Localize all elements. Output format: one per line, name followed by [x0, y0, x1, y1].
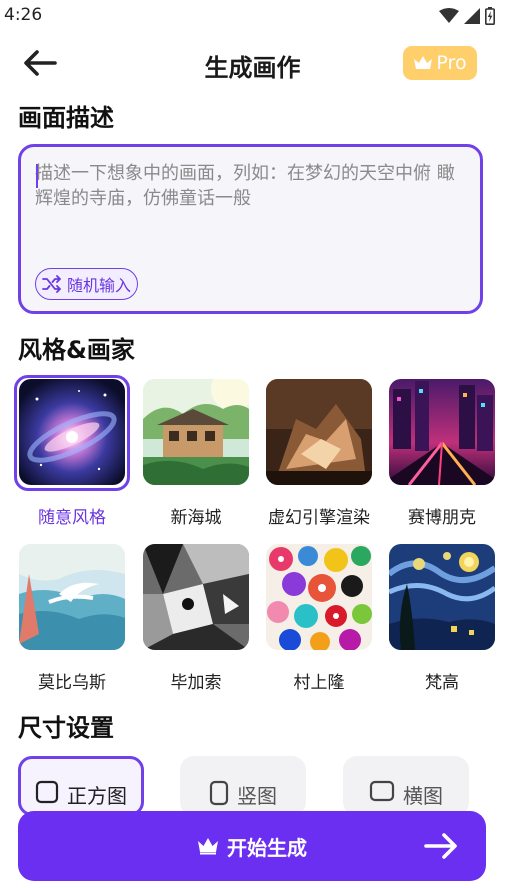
starry-night-thumbnail — [389, 544, 495, 650]
size-section-title: 尺寸设置 — [18, 714, 114, 742]
picasso-thumbnail — [143, 544, 249, 650]
style-label: 新海城 — [170, 508, 222, 528]
style-label: 随意风格 — [38, 508, 106, 528]
status-icons — [439, 7, 495, 25]
portrait-icon — [209, 780, 229, 806]
pro-button[interactable]: Pro — [403, 46, 477, 80]
description-section-title: 画面描述 — [18, 104, 114, 132]
signal-icon — [464, 8, 480, 24]
landscape-icon — [369, 780, 395, 802]
style-option-murakami[interactable]: 村上隆 — [263, 541, 375, 693]
description-input[interactable] — [35, 161, 467, 261]
square-icon — [35, 780, 59, 804]
murakami-thumbnail — [266, 544, 372, 650]
style-label: 村上隆 — [293, 673, 345, 693]
shuffle-icon — [42, 275, 61, 293]
size-label: 横图 — [403, 784, 443, 808]
description-box: 随机输入 — [18, 144, 483, 314]
size-label: 竖图 — [237, 784, 277, 808]
style-label: 虚幻引擎渲染 — [268, 508, 370, 528]
style-option-picasso[interactable]: 毕加索 — [140, 541, 252, 693]
style-option-moebius[interactable]: 莫比乌斯 — [16, 541, 128, 693]
size-option-landscape[interactable]: 横图 — [343, 756, 469, 816]
start-generate-label: 开始生成 — [227, 835, 307, 860]
style-option-cyberpunk[interactable]: 赛博朋克 — [386, 376, 498, 528]
random-input-label: 随机输入 — [67, 276, 132, 295]
style-option-shinkai[interactable]: 新海城 — [140, 376, 252, 528]
size-option-square[interactable]: 正方图 — [18, 756, 144, 816]
size-option-portrait[interactable]: 竖图 — [180, 756, 306, 816]
style-label: 莫比乌斯 — [38, 673, 106, 693]
unreal-render-thumbnail — [266, 379, 372, 485]
text-caret — [36, 164, 38, 188]
selected-frame — [14, 375, 130, 491]
start-generate-button[interactable]: 开始生成 — [18, 811, 486, 881]
style-option-van-gogh[interactable]: 梵高 — [386, 541, 498, 693]
cyberpunk-thumbnail — [389, 379, 495, 485]
arrow-right-icon — [424, 833, 457, 859]
style-option-unreal[interactable]: 虚幻引擎渲染 — [263, 376, 375, 528]
style-label: 赛博朋克 — [408, 508, 476, 528]
style-option-random[interactable]: 随意风格 — [14, 375, 130, 528]
status-bar: 4:26 — [0, 0, 505, 32]
style-label: 毕加索 — [170, 673, 222, 693]
anime-house-thumbnail — [143, 379, 249, 485]
size-label: 正方图 — [67, 784, 127, 808]
random-input-button[interactable]: 随机输入 — [35, 268, 139, 300]
size-options: 正方图 竖图 横图 — [18, 756, 488, 816]
crown-icon — [198, 838, 218, 855]
status-time: 4:26 — [4, 5, 43, 25]
wifi-icon — [439, 8, 459, 23]
battery-icon — [485, 7, 495, 25]
pro-label: Pro — [436, 52, 467, 74]
moebius-thumbnail — [19, 544, 125, 650]
crown-icon — [414, 56, 433, 69]
styles-section-title: 风格&画家 — [18, 336, 135, 364]
style-label: 梵高 — [425, 673, 459, 693]
top-app-bar: 生成画作 Pro — [0, 38, 505, 88]
